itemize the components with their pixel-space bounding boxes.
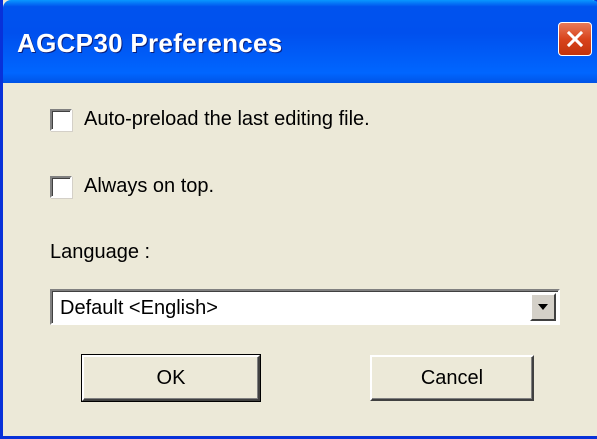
- ok-button[interactable]: OK: [81, 354, 261, 402]
- language-label: Language :: [50, 241, 151, 263]
- dialog-body: Auto-preload the last editing file. Alwa…: [6, 83, 597, 436]
- close-icon: [566, 30, 584, 48]
- language-dropdown-button[interactable]: [530, 293, 556, 321]
- language-select[interactable]: Default <English>: [50, 289, 560, 325]
- preferences-dialog: AGCP30 Preferences Auto-preload the last…: [0, 0, 597, 439]
- chevron-down-icon: [538, 304, 548, 310]
- auto-preload-checkbox[interactable]: [50, 108, 72, 131]
- title-bar[interactable]: AGCP30 Preferences: [3, 0, 597, 83]
- always-on-top-label[interactable]: Always on top.: [84, 175, 214, 198]
- auto-preload-option[interactable]: Auto-preload the last editing file.: [50, 108, 370, 131]
- cancel-button[interactable]: Cancel: [370, 355, 534, 401]
- auto-preload-label[interactable]: Auto-preload the last editing file.: [84, 108, 370, 131]
- window-title: AGCP30 Preferences: [17, 28, 283, 58]
- always-on-top-option[interactable]: Always on top.: [50, 175, 214, 198]
- language-select-value: Default <English>: [60, 297, 218, 319]
- always-on-top-checkbox[interactable]: [50, 175, 72, 198]
- close-button[interactable]: [558, 22, 592, 56]
